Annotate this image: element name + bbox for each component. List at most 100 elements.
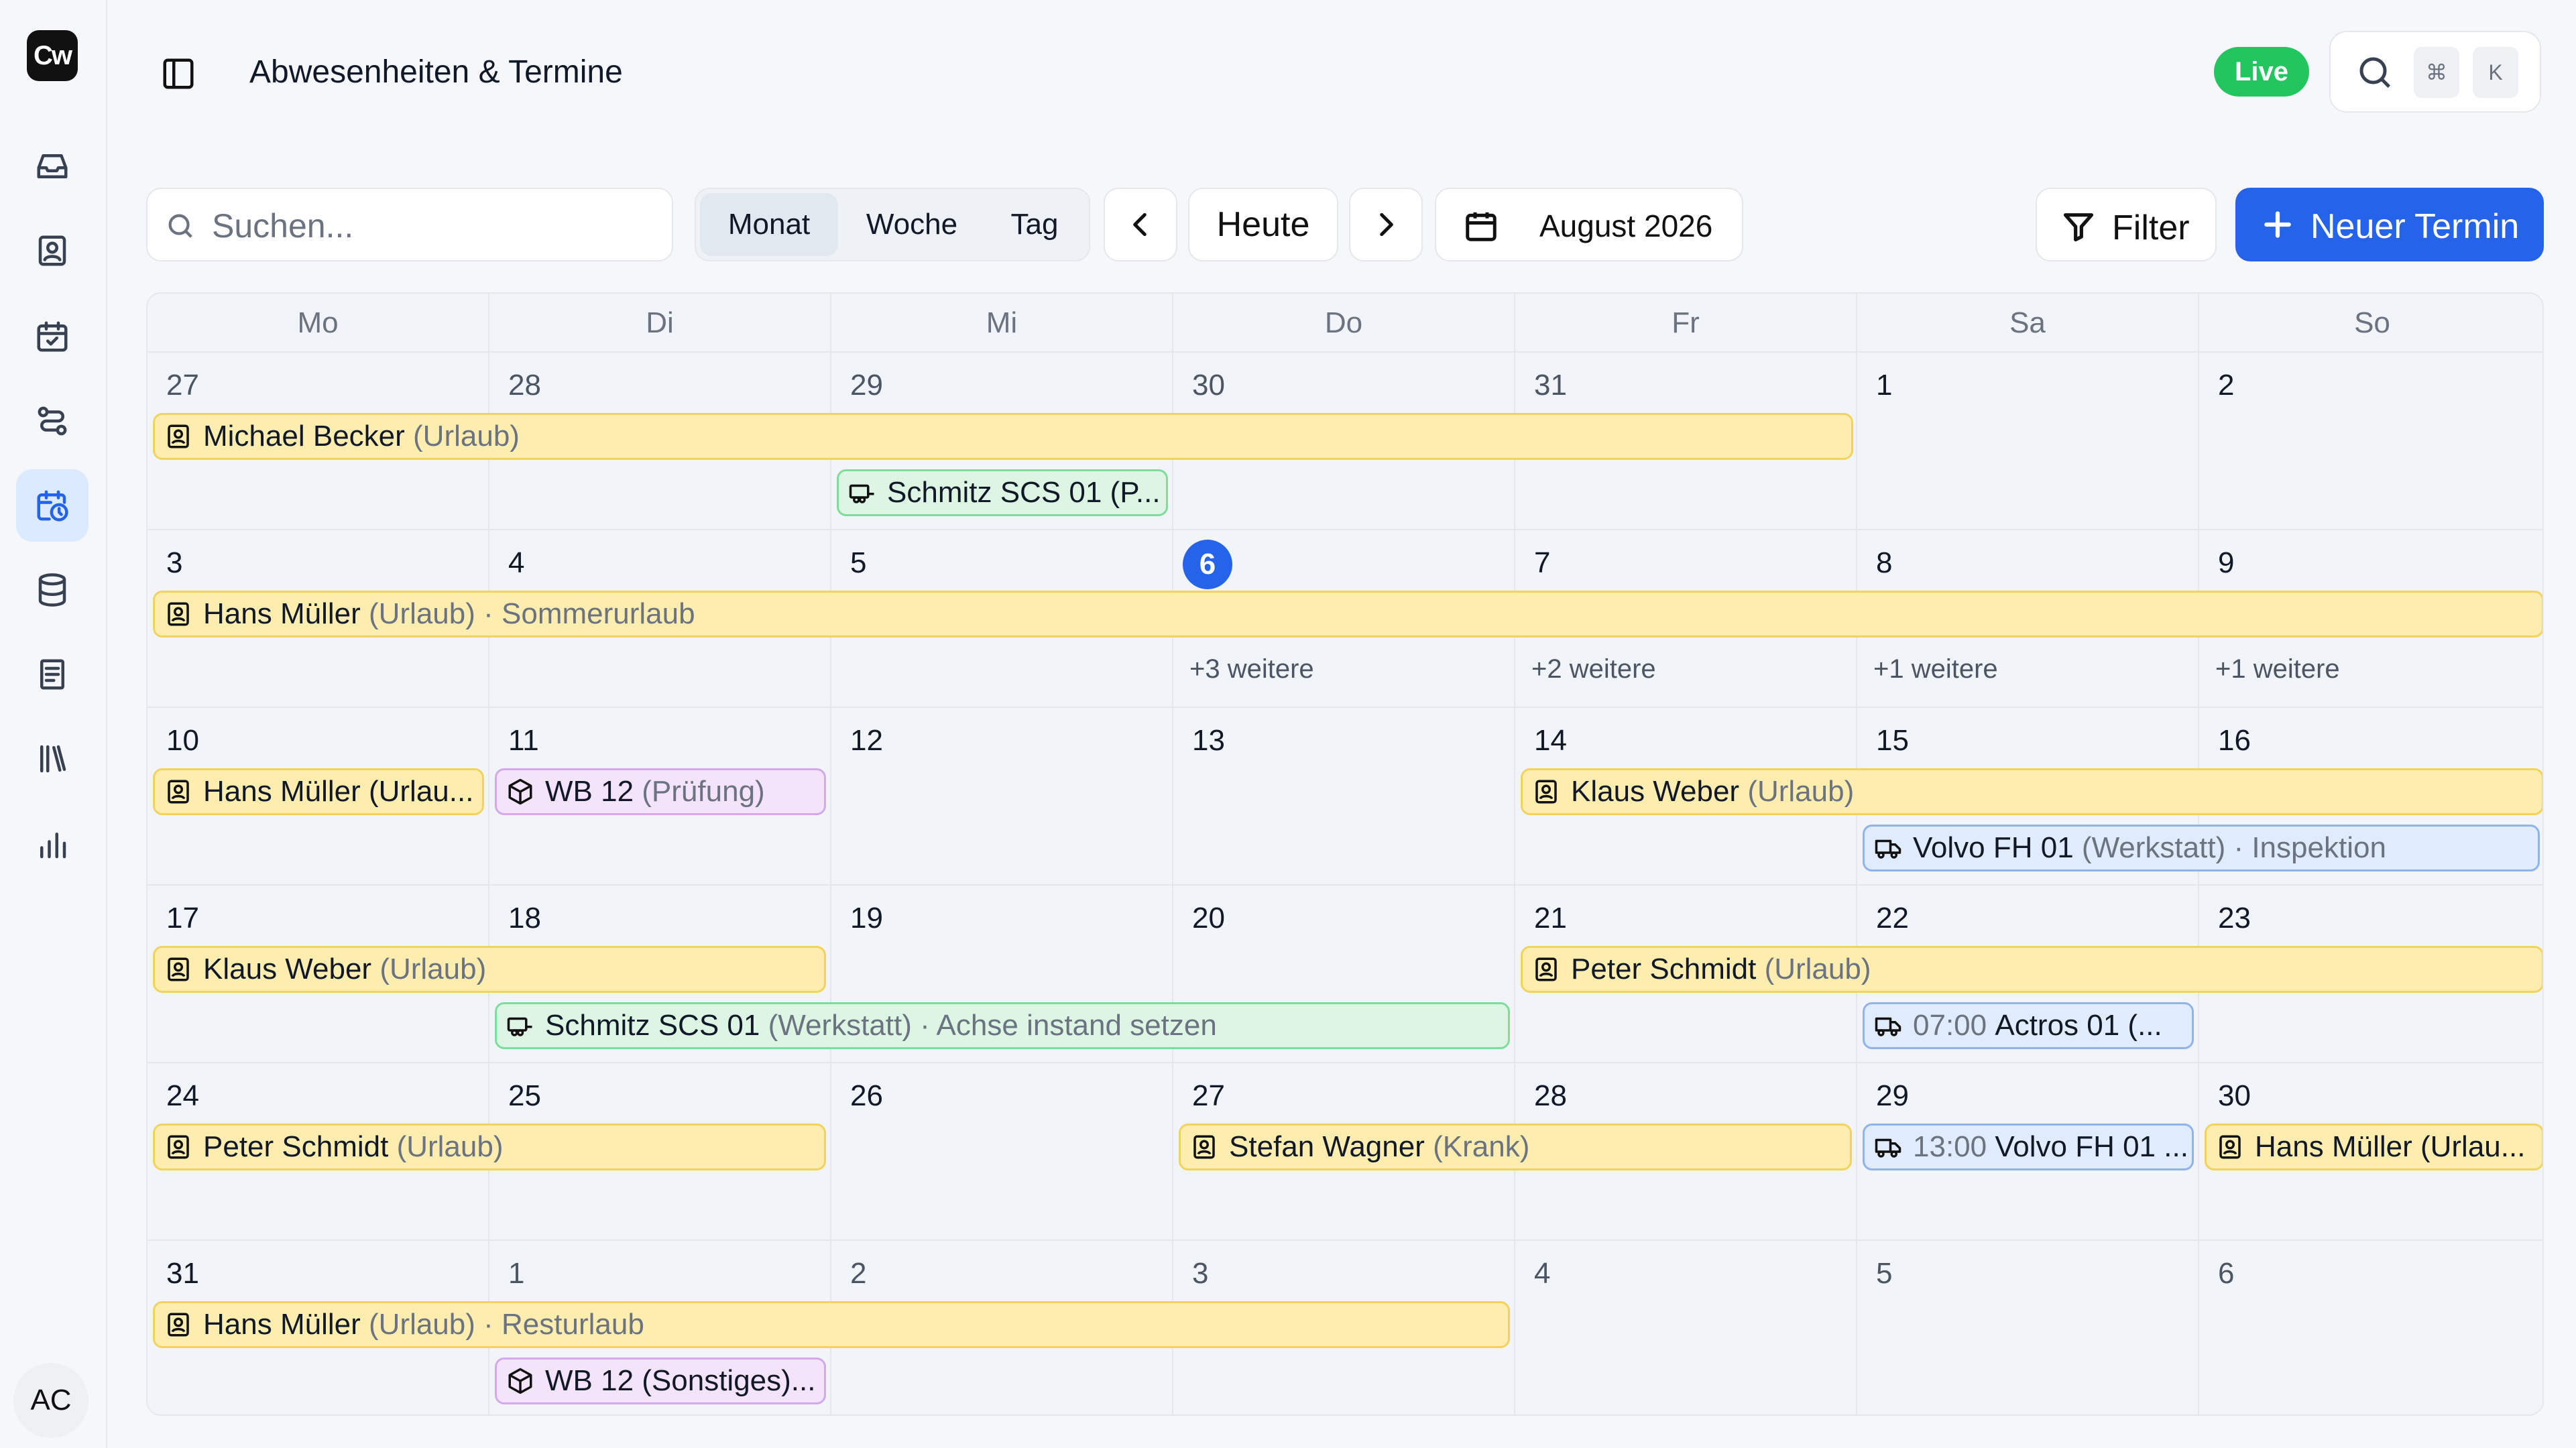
event-title: WB 12 xyxy=(545,775,634,808)
sidebar-item-library[interactable] xyxy=(16,723,89,795)
new-event-button[interactable]: Neuer Termin xyxy=(2235,188,2544,261)
command-search-button[interactable]: ⌘ K xyxy=(2329,31,2541,113)
day-cell[interactable]: 13 xyxy=(1173,708,1515,886)
day-number: 2 xyxy=(2218,369,2235,402)
weekday-header: Do xyxy=(1173,294,1515,353)
event-detail: (Urlaub) xyxy=(1747,775,1855,808)
event-chip-workshop[interactable]: Schmitz SCS 01 (P... xyxy=(837,469,1168,516)
day-cell[interactable]: 5 xyxy=(1857,1241,2199,1414)
event-chip-absence[interactable]: Peter Schmidt (Urlaub) xyxy=(1521,946,2542,993)
previous-month-button[interactable] xyxy=(1104,188,1177,261)
filter-button[interactable]: Filter xyxy=(2036,188,2217,261)
day-number: 3 xyxy=(166,546,183,579)
chevron-left-icon xyxy=(1133,213,1147,237)
event-chip-inspection[interactable]: WB 12 (Sonstiges)... xyxy=(495,1358,826,1404)
event-chip-absence[interactable]: Hans Müller (Urlau... xyxy=(2205,1124,2542,1170)
more-events-link[interactable]: +1 weitere xyxy=(1873,654,1998,684)
sidebar-toggle-button[interactable] xyxy=(158,54,198,94)
day-number: 15 xyxy=(1876,724,1909,757)
event-chip-workshop[interactable]: Schmitz SCS 01 (Werkstatt) · Achse insta… xyxy=(495,1002,1510,1049)
event-title: Michael Becker xyxy=(203,420,405,452)
day-number: 9 xyxy=(2218,546,2235,579)
event-title: WB 12 (Sonstiges)... xyxy=(545,1364,816,1397)
day-cell[interactable]: 12 xyxy=(831,708,1173,886)
sidebar-item-reports[interactable] xyxy=(16,808,89,881)
event-chip-vehicle[interactable]: Volvo FH 01 (Werkstatt) · Inspektion xyxy=(1863,825,2540,871)
more-events-link[interactable]: +2 weitere xyxy=(1531,654,1656,684)
event-chip-absence[interactable]: Klaus Weber (Urlaub) xyxy=(1521,768,2542,815)
day-number: 27 xyxy=(1192,1079,1225,1112)
day-number: 21 xyxy=(1534,902,1567,934)
event-detail: (Urlaub) xyxy=(379,953,487,985)
day-number: 11 xyxy=(508,724,539,757)
app-logo[interactable]: Cw xyxy=(27,30,78,81)
person-badge-icon xyxy=(1535,957,1557,981)
view-tab-week[interactable]: Woche xyxy=(838,193,986,256)
truck-icon xyxy=(1875,839,1901,859)
event-chip-absence[interactable]: Hans Müller (Urlau... xyxy=(153,768,484,815)
day-cell[interactable]: 26 xyxy=(831,1063,1173,1241)
day-cell[interactable]: 1 xyxy=(1857,353,2199,530)
calendar-clock-icon xyxy=(37,490,68,522)
event-detail: (Werkstatt) · Achse instand setzen xyxy=(768,1009,1217,1042)
sidebar-item-tasks[interactable] xyxy=(16,300,89,373)
day-number: 16 xyxy=(2218,724,2251,757)
sidebar-item-inbox[interactable] xyxy=(16,130,89,202)
event-chip-absence[interactable]: Hans Müller (Urlaub) · Sommerurlaub xyxy=(153,591,2542,638)
event-title: Volvo FH 01 xyxy=(1913,831,2074,864)
day-number: 29 xyxy=(850,369,883,402)
event-time: 13:00 xyxy=(1913,1130,1987,1163)
weekday-header: Sa xyxy=(1857,294,2199,353)
month-picker[interactable]: August 2026 xyxy=(1435,188,1743,261)
event-detail: (Urlaub) · Resturlaub xyxy=(368,1308,644,1341)
person-badge-icon xyxy=(168,1135,189,1159)
sidebar-item-routes[interactable] xyxy=(16,385,89,457)
sidebar-item-contacts[interactable] xyxy=(16,215,89,287)
day-number: 6 xyxy=(2218,1257,2235,1290)
more-events-link[interactable]: +1 weitere xyxy=(2215,654,2340,684)
trailer-icon xyxy=(507,1017,532,1036)
sidebar-item-database[interactable] xyxy=(16,554,89,626)
event-chip-absence[interactable]: Michael Becker (Urlaub) xyxy=(153,413,1853,460)
day-cell[interactable]: 2 xyxy=(2199,353,2542,530)
sidebar-item-documents[interactable] xyxy=(16,638,89,711)
sidebar-item-absences[interactable] xyxy=(16,469,89,542)
event-detail: (Werkstatt) · Inspektion xyxy=(2081,831,2386,864)
event-title: Klaus Weber xyxy=(203,953,372,985)
event-detail: (Urlaub) · Sommerurlaub xyxy=(368,597,695,630)
next-month-button[interactable] xyxy=(1349,188,1423,261)
weekday-header: Mo xyxy=(148,294,489,353)
day-cell[interactable]: 4 xyxy=(1515,1241,1857,1414)
day-cell[interactable]: 6 xyxy=(2199,1241,2542,1414)
search-input[interactable] xyxy=(212,202,654,249)
day-number: 27 xyxy=(166,369,199,402)
event-chip-absence[interactable]: Hans Müller (Urlaub) · Resturlaub xyxy=(153,1301,1510,1348)
today-button[interactable]: Heute xyxy=(1188,188,1338,261)
month-calendar: Mo Di Mi Do Fr Sa So 27 28 29 30 31 1 2 … xyxy=(146,292,2544,1416)
user-avatar[interactable]: AC xyxy=(13,1363,89,1438)
cube-icon xyxy=(508,778,532,805)
person-badge-icon xyxy=(168,957,189,981)
event-title: Peter Schmidt xyxy=(1571,953,1757,985)
trailer-icon xyxy=(849,484,874,503)
event-chip-vehicle[interactable]: 13:00 Volvo FH 01 ... xyxy=(1863,1124,2194,1170)
more-events-link[interactable]: +3 weitere xyxy=(1189,654,1314,684)
day-number: 10 xyxy=(166,724,199,757)
event-title: Hans Müller xyxy=(203,1308,361,1341)
page-title: Abwesenheiten & Termine xyxy=(249,54,623,90)
day-number: 2 xyxy=(850,1257,867,1290)
event-chip-absence[interactable]: Klaus Weber (Urlaub) xyxy=(153,946,826,993)
event-chip-vehicle[interactable]: 07:00 Actros 01 (... xyxy=(1863,1002,2194,1049)
event-title: Peter Schmidt xyxy=(203,1130,389,1163)
current-month-label: August 2026 xyxy=(1539,208,1713,243)
day-number: 29 xyxy=(1876,1079,1909,1112)
view-tab-day[interactable]: Tag xyxy=(986,193,1084,256)
today-marker: 6 xyxy=(1183,540,1232,589)
day-number: 31 xyxy=(166,1257,199,1290)
event-detail: (Prüfung) xyxy=(642,775,765,808)
event-chip-absence[interactable]: Peter Schmidt (Urlaub) xyxy=(153,1124,826,1170)
view-tab-month[interactable]: Monat xyxy=(700,193,838,256)
search-box xyxy=(146,188,673,261)
event-chip-inspection[interactable]: WB 12 (Prüfung) xyxy=(495,768,826,815)
event-chip-absence[interactable]: Stefan Wagner (Krank) xyxy=(1179,1124,1852,1170)
